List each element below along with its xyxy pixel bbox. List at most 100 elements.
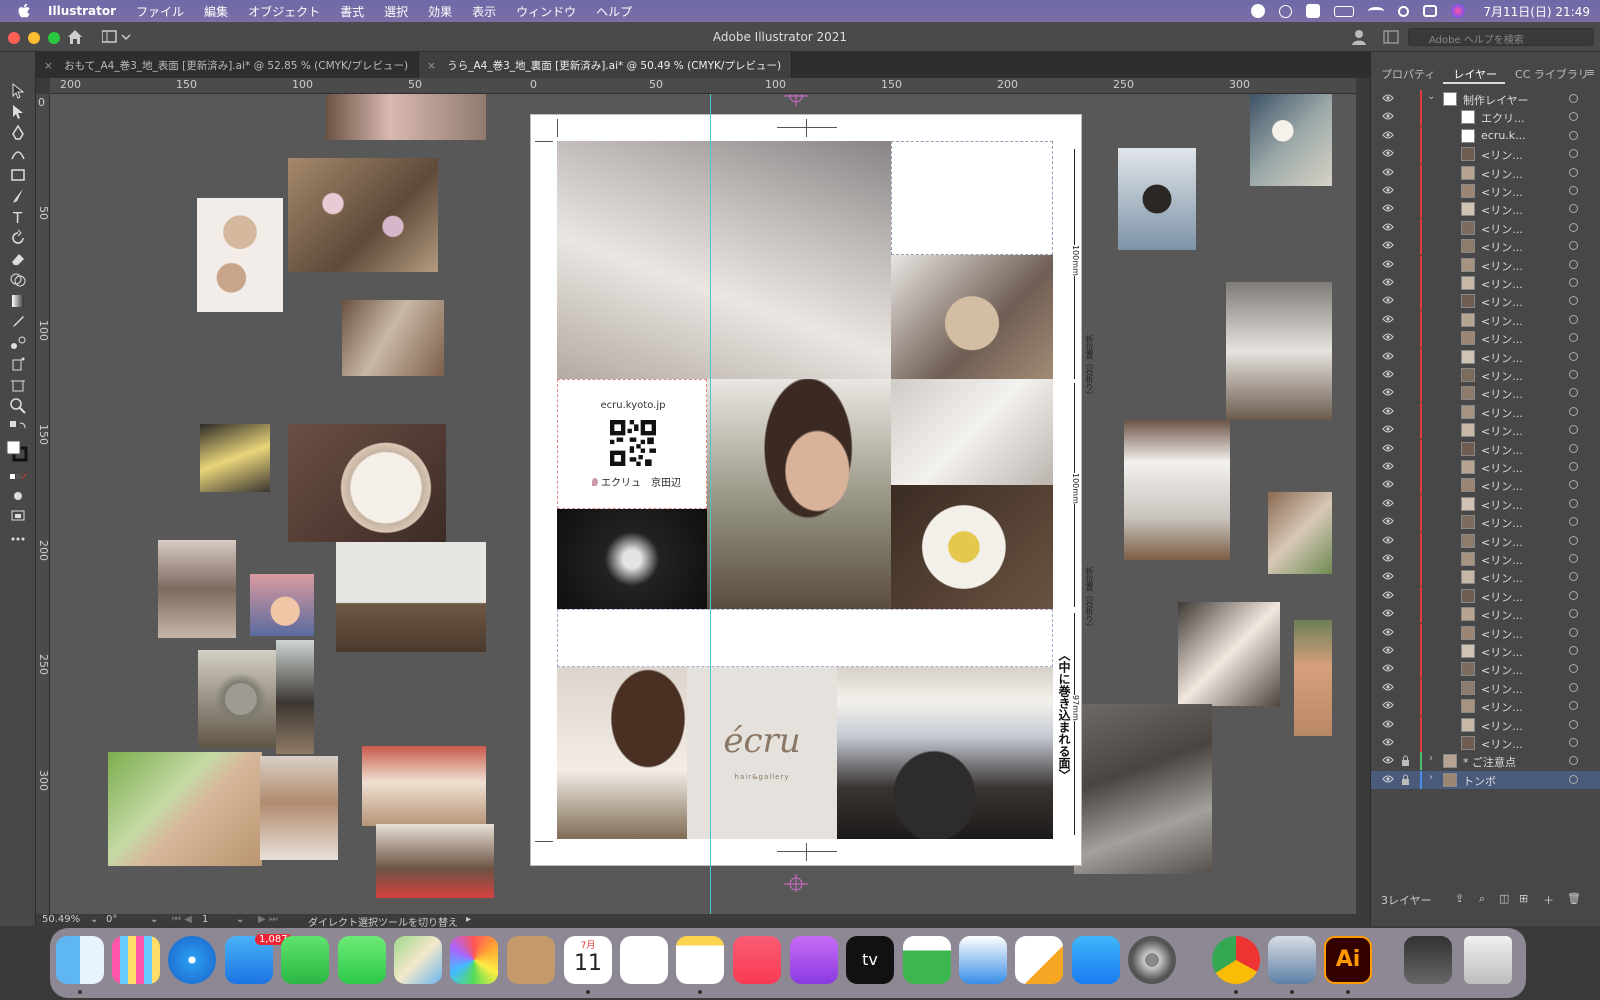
target-circle-icon[interactable]	[1569, 590, 1578, 600]
rectangle-tool-icon[interactable]	[9, 166, 27, 184]
visibility-eye-icon[interactable]	[1382, 553, 1394, 563]
mail-icon[interactable]: 1,087	[225, 934, 292, 984]
visibility-eye-icon[interactable]	[1382, 498, 1394, 508]
visibility-eye-icon[interactable]	[1382, 461, 1394, 471]
placed-photo[interactable]	[250, 574, 314, 636]
placed-photo[interactable]	[342, 300, 444, 376]
visibility-eye-icon[interactable]	[1382, 167, 1394, 177]
target-circle-icon[interactable]	[1569, 572, 1578, 582]
layer-row[interactable]: <リン...	[1371, 292, 1600, 311]
search-icon[interactable]: ⌕	[1479, 892, 1485, 906]
artboard-photo-mother[interactable]	[557, 667, 687, 839]
pages-icon[interactable]	[1015, 936, 1063, 984]
layer-row[interactable]: <リン...	[1371, 329, 1600, 348]
layer-row[interactable]: <リン...	[1371, 182, 1600, 200]
chevron-down-icon[interactable]: ⌄	[90, 914, 98, 925]
placed-photo[interactable]	[200, 424, 270, 492]
visibility-eye-icon[interactable]	[1382, 406, 1394, 416]
messages-icon[interactable]	[338, 936, 386, 984]
visibility-eye-icon[interactable]	[1382, 571, 1394, 581]
preview-icon[interactable]	[1268, 936, 1316, 984]
target-circle-icon[interactable]	[1569, 682, 1578, 692]
visibility-eye-icon[interactable]	[1382, 332, 1394, 342]
target-circle-icon[interactable]	[1569, 278, 1578, 287]
layer-row[interactable]: <リン...	[1371, 550, 1600, 568]
type-tool-icon[interactable]: T	[9, 208, 27, 227]
target-circle-icon[interactable]	[1569, 406, 1578, 416]
visibility-eye-icon[interactable]	[1382, 645, 1394, 655]
input-method-icon[interactable]	[1306, 4, 1321, 18]
visibility-eye-icon[interactable]	[1382, 148, 1394, 158]
visibility-eye-icon[interactable]	[1382, 351, 1394, 361]
tab-layers[interactable]: レイヤー	[1443, 62, 1506, 84]
swap-fill-stroke-icon[interactable]	[9, 420, 27, 438]
launchpad-icon[interactable]	[112, 936, 160, 984]
target-circle-icon[interactable]	[1569, 112, 1578, 122]
visibility-eye-icon[interactable]	[1382, 424, 1394, 434]
zoom-level-field[interactable]: 50.49%	[42, 914, 80, 925]
layer-row[interactable]: <リン...	[1371, 402, 1600, 421]
visibility-eye-icon[interactable]	[1382, 479, 1394, 489]
numbers-icon[interactable]	[903, 936, 951, 984]
panel-menu-icon[interactable]: ≡	[1586, 66, 1595, 79]
placed-photo[interactable]	[1294, 620, 1332, 736]
layer-row[interactable]: <リン...	[1371, 274, 1600, 292]
target-circle-icon[interactable]	[1569, 259, 1578, 269]
vertical-ruler[interactable]: 0 50 100 150 200 250 300	[36, 94, 50, 914]
visibility-eye-icon[interactable]	[1382, 185, 1394, 195]
layer-row[interactable]: エクリ...	[1371, 108, 1600, 127]
target-circle-icon[interactable]	[1569, 443, 1578, 453]
wifi-icon[interactable]	[1368, 7, 1385, 15]
visibility-eye-icon[interactable]	[1382, 700, 1394, 710]
layer-row[interactable]: <リン...	[1371, 605, 1600, 624]
photos-icon[interactable]	[450, 936, 498, 984]
menu-window[interactable]: ウィンドウ	[516, 3, 576, 20]
target-circle-icon[interactable]	[1569, 535, 1578, 545]
menu-help[interactable]: ヘルプ	[596, 3, 632, 20]
creative-cloud-icon[interactable]	[1251, 4, 1266, 18]
siri-icon[interactable]	[1451, 4, 1466, 18]
paintbrush-tool-icon[interactable]	[9, 187, 27, 205]
artboard-nav-first-icon[interactable]: ⏮ ◀	[172, 914, 192, 925]
artboard-photo-plate[interactable]	[891, 485, 1053, 609]
screen-mode-icon[interactable]	[9, 507, 27, 525]
target-circle-icon[interactable]	[1569, 498, 1578, 508]
rotate-tool-icon[interactable]	[9, 229, 27, 247]
tab-properties[interactable]: プロパティ	[1371, 62, 1443, 84]
placed-photo[interactable]	[1124, 420, 1230, 560]
visibility-eye-icon[interactable]	[1382, 240, 1394, 250]
visibility-eye-icon[interactable]	[1382, 443, 1394, 453]
target-circle-icon[interactable]	[1569, 388, 1578, 398]
target-circle-icon[interactable]	[1569, 554, 1578, 563]
placed-photo[interactable]	[1074, 704, 1212, 874]
visibility-eye-icon[interactable]	[1382, 719, 1394, 729]
target-circle-icon[interactable]	[1569, 738, 1578, 747]
finder-icon[interactable]	[56, 936, 104, 984]
target-circle-icon[interactable]	[1569, 314, 1578, 324]
visibility-eye-icon[interactable]	[1382, 774, 1394, 784]
placed-photo[interactable]	[198, 650, 276, 748]
layer-row[interactable]: <リン...	[1371, 310, 1600, 329]
target-circle-icon[interactable]	[1569, 204, 1578, 214]
new-sublayer-icon[interactable]: ⊞	[1519, 892, 1528, 905]
chevron-down-icon[interactable]: ⌄	[150, 914, 158, 925]
layer-row[interactable]: <リン...	[1371, 697, 1600, 716]
placed-photo[interactable]	[376, 824, 494, 898]
placed-photo[interactable]	[1178, 602, 1280, 706]
qr-code[interactable]	[610, 420, 656, 466]
contacts-icon[interactable]	[507, 936, 555, 984]
more-tools-icon[interactable]	[9, 530, 27, 548]
target-circle-icon[interactable]	[1569, 462, 1578, 471]
menu-view[interactable]: 表示	[472, 3, 496, 20]
target-circle-icon[interactable]	[1569, 296, 1578, 306]
target-circle-icon[interactable]	[1569, 517, 1578, 527]
gradient-tool-icon[interactable]	[9, 292, 27, 310]
visibility-eye-icon[interactable]	[1382, 369, 1394, 379]
layer-row[interactable]: <リン...	[1371, 145, 1600, 164]
menu-edit[interactable]: 編集	[204, 3, 228, 20]
new-layer-icon[interactable]: ＋	[1543, 892, 1554, 908]
facetime-icon[interactable]	[281, 936, 329, 984]
layer-row[interactable]: ⌄ 制作レイヤー	[1371, 90, 1600, 108]
target-circle-icon[interactable]	[1569, 425, 1578, 435]
layer-row[interactable]: › * ご注意点	[1371, 752, 1600, 771]
